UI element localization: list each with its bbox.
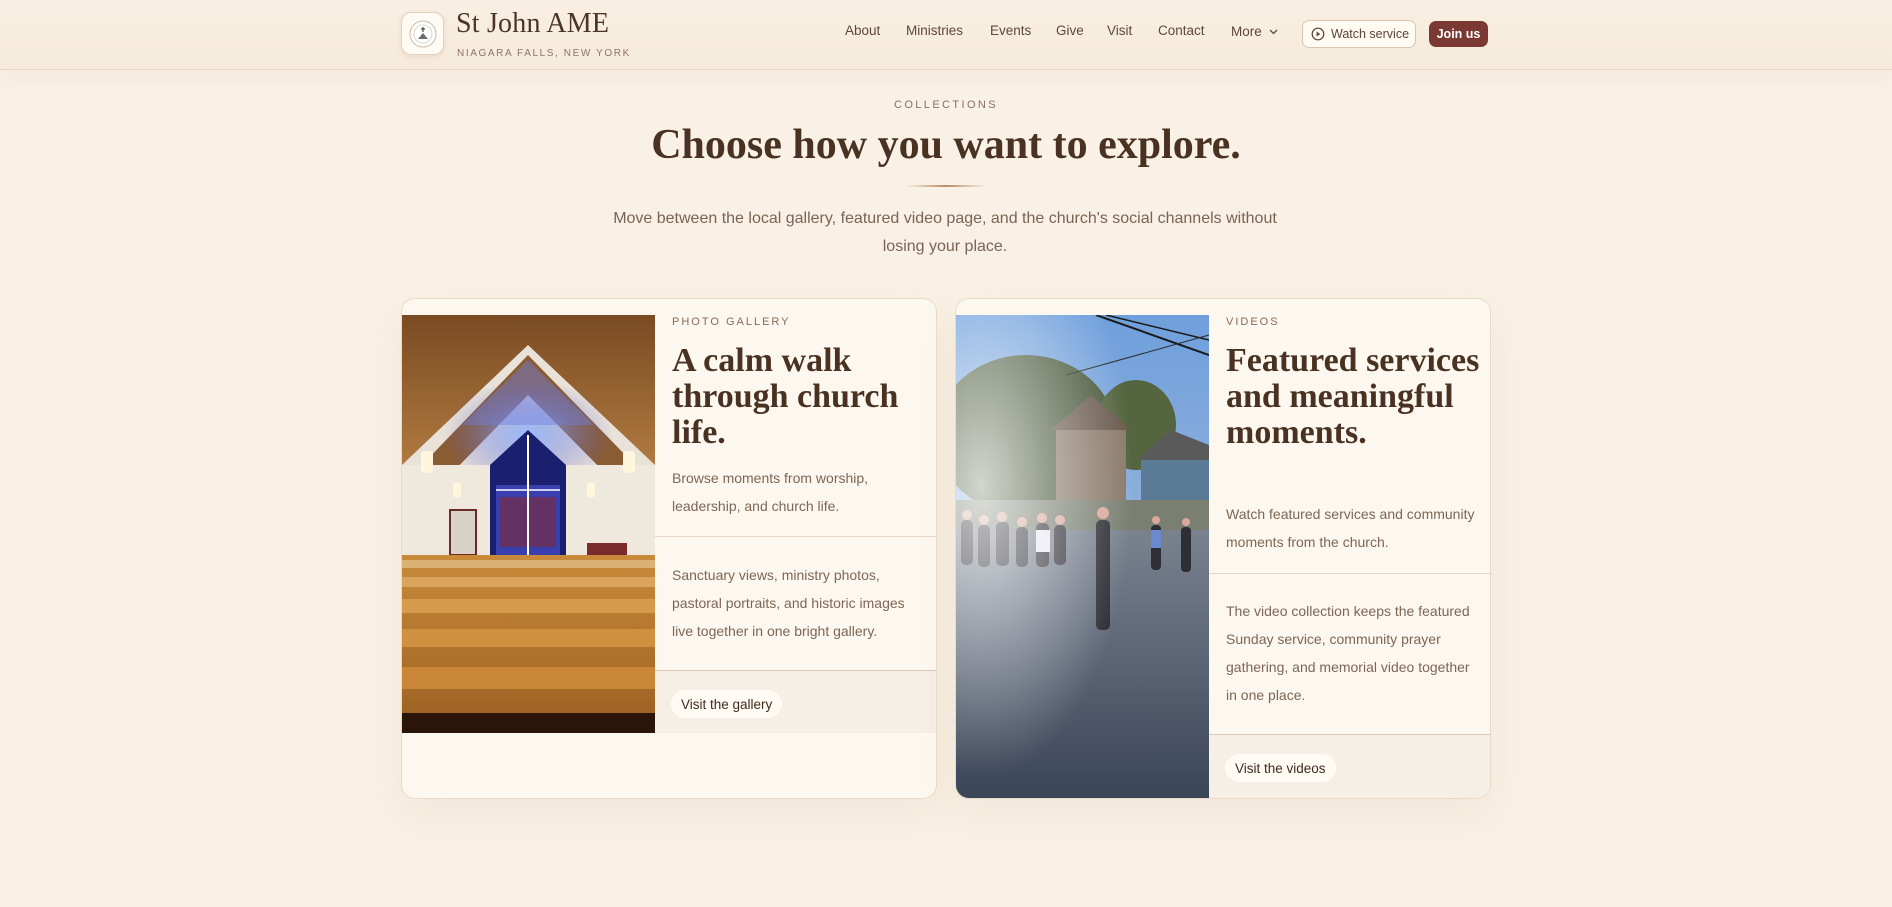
nav-contact[interactable]: Contact xyxy=(1158,23,1205,38)
card-footer: Visit the videos xyxy=(1209,734,1490,798)
nav-more[interactable]: More xyxy=(1231,23,1278,39)
card-divider xyxy=(1209,573,1490,574)
nav-ministries[interactable]: Ministries xyxy=(906,23,963,38)
videos-card: VIDEOS Featured services and meaningful … xyxy=(955,298,1491,799)
visit-gallery-button[interactable]: Visit the gallery xyxy=(671,690,783,718)
site-title[interactable]: St John AME xyxy=(456,8,609,40)
watch-service-button[interactable]: Watch service xyxy=(1302,20,1416,48)
site-header: St John AME NIAGARA FALLS, NEW YORK Abou… xyxy=(0,0,1892,70)
card-summary: Browse moments from worship, leadership,… xyxy=(672,470,869,514)
play-circle-icon xyxy=(1311,27,1325,41)
watch-service-label: Watch service xyxy=(1331,27,1410,41)
visit-videos-button[interactable]: Visit the videos xyxy=(1225,754,1336,782)
nav-give[interactable]: Give xyxy=(1056,23,1084,38)
nav-more-label: More xyxy=(1231,24,1262,39)
card-eyebrow: VIDEOS xyxy=(1226,316,1280,328)
photo-gallery-card: PHOTO GALLERY A calm walk through church… xyxy=(401,298,937,799)
card-eyebrow: PHOTO GALLERY xyxy=(672,316,791,328)
card-title: A calm walk through church life. xyxy=(672,342,899,451)
videos-content: VIDEOS Featured services and meaningful … xyxy=(1209,299,1490,798)
intro-text: Move between the local gallery, featured… xyxy=(613,210,1277,255)
card-divider xyxy=(655,536,936,537)
join-us-button[interactable]: Join us xyxy=(1429,21,1488,47)
card-summary: Watch featured services and community mo… xyxy=(1226,506,1475,550)
church-seal-icon[interactable] xyxy=(401,12,444,55)
card-footer: Visit the gallery xyxy=(655,670,936,733)
photo-gallery-content: PHOTO GALLERY A calm walk through church… xyxy=(655,299,936,733)
sanctuary-interior-photo xyxy=(402,315,655,733)
nav-visit[interactable]: Visit xyxy=(1107,23,1132,38)
card-detail: Sanctuary views, ministry photos, pastor… xyxy=(672,567,905,639)
card-title: Featured services and meaningful moments… xyxy=(1226,342,1480,451)
card-detail: The video collection keeps the featured … xyxy=(1226,603,1470,703)
title-divider xyxy=(905,185,987,187)
nav-events[interactable]: Events xyxy=(990,23,1031,38)
site-location: NIAGARA FALLS, NEW YORK xyxy=(457,48,631,59)
nav-about[interactable]: About xyxy=(845,23,880,38)
outdoor-prayer-gathering-photo xyxy=(956,315,1209,798)
page-title: Choose how you want to explore. xyxy=(651,122,1241,168)
section-eyebrow: COLLECTIONS xyxy=(893,99,999,111)
chevron-down-icon xyxy=(1269,23,1278,38)
